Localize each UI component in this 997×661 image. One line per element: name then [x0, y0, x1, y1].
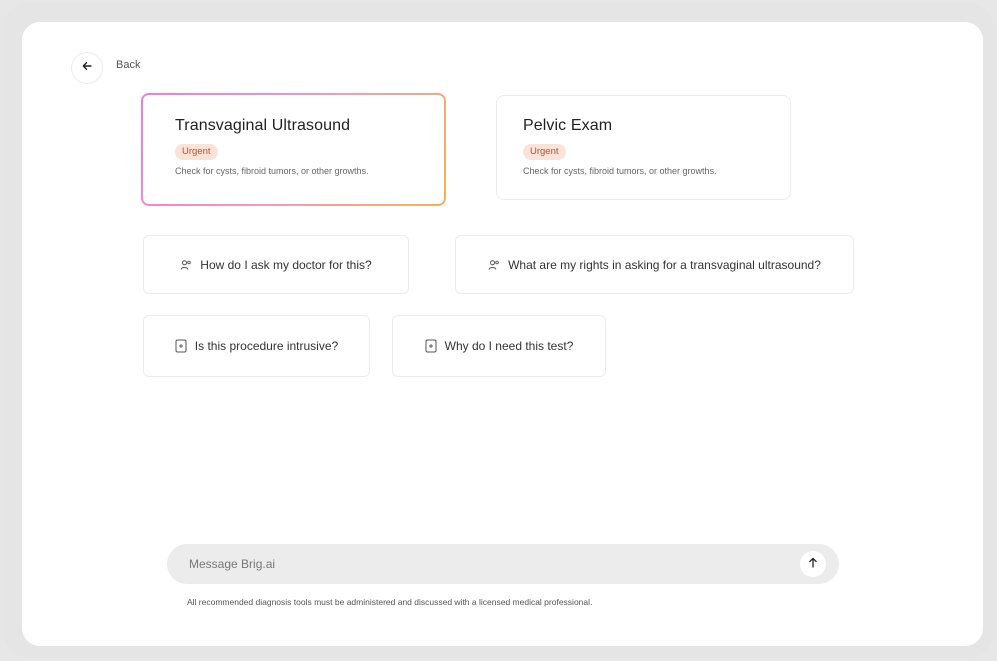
arrow-up-icon — [808, 555, 818, 573]
suggestion-label: Is this procedure intrusive? — [194, 339, 339, 353]
card-description: Check for cysts, fibroid tumors, or othe… — [523, 166, 717, 176]
back-label[interactable]: Back — [116, 59, 140, 71]
suggestion-why-needed[interactable]: Why do I need this test? — [392, 315, 606, 377]
document-icon — [425, 339, 437, 353]
arrow-left-icon — [81, 59, 93, 77]
message-composer — [167, 544, 839, 584]
card-title: Transvaginal Ultrasound — [175, 117, 351, 134]
document-icon — [175, 339, 187, 353]
suggestion-rights[interactable]: What are my rights in asking for a trans… — [455, 235, 854, 294]
suggestion-intrusive[interactable]: Is this procedure intrusive? — [143, 315, 370, 377]
urgent-badge: Urgent — [523, 144, 566, 160]
message-input[interactable] — [189, 544, 789, 584]
suggestion-label: Why do I need this test? — [444, 339, 574, 353]
device-frame: Back Transvaginal Ultrasound Urgent Chec… — [2, 2, 995, 659]
people-icon — [180, 259, 192, 271]
suggestion-label: What are my rights in asking for a trans… — [508, 257, 821, 272]
card-transvaginal-ultrasound[interactable]: Transvaginal Ultrasound Urgent Check for… — [141, 93, 446, 206]
suggestion-ask-doctor[interactable]: How do I ask my doctor for this? — [143, 235, 409, 294]
back-button[interactable] — [71, 52, 103, 84]
app-screen: Back Transvaginal Ultrasound Urgent Chec… — [22, 22, 983, 646]
card-description: Check for cysts, fibroid tumors, or othe… — [175, 166, 369, 176]
card-title: Pelvic Exam — [523, 117, 613, 134]
people-icon — [488, 259, 500, 271]
suggestion-label: How do I ask my doctor for this? — [200, 257, 372, 272]
card-pelvic-exam[interactable]: Pelvic Exam Urgent Check for cysts, fibr… — [496, 95, 791, 200]
disclaimer-text: All recommended diagnosis tools must be … — [187, 597, 593, 607]
send-button[interactable] — [800, 551, 826, 577]
urgent-badge: Urgent — [175, 144, 218, 160]
